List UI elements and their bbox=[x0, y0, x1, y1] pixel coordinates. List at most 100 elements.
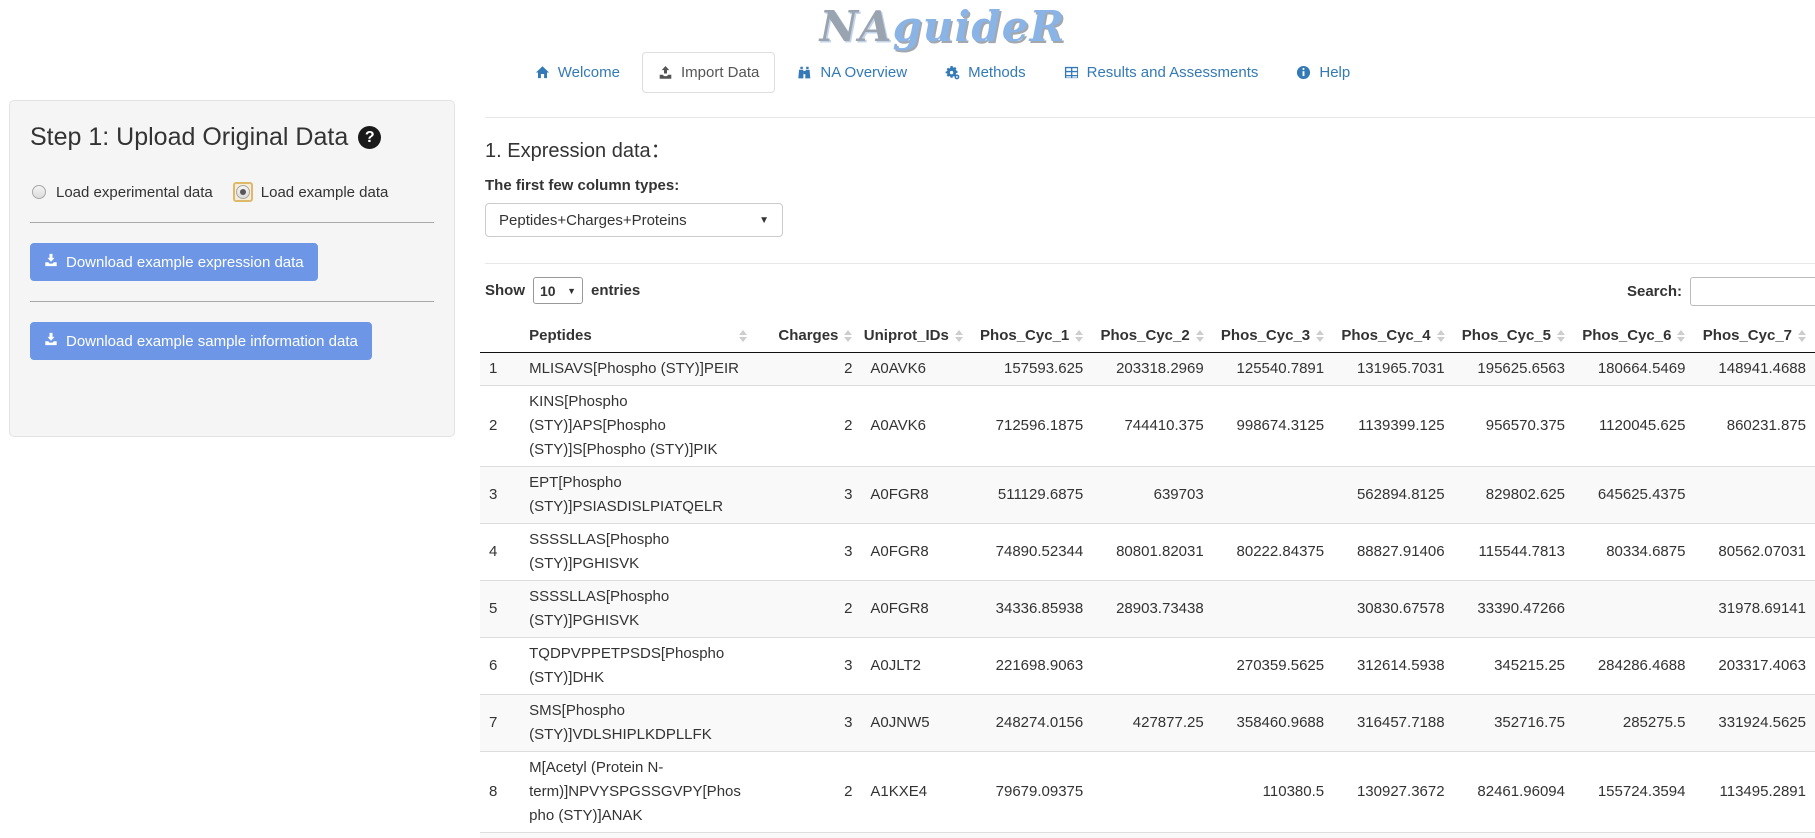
phos-cyc-1-cell: 511129.6875 bbox=[972, 467, 1092, 524]
phos-cyc-3-cell: 998674.3125 bbox=[1213, 386, 1333, 467]
peptide-cell: TQDPVPPETPSDS[Phospho (STY)]DHK bbox=[520, 638, 756, 695]
phos-cyc-4-cell: 30830.67578 bbox=[1333, 581, 1453, 638]
home-icon bbox=[535, 65, 550, 80]
radio-label: Load experimental data bbox=[56, 184, 213, 201]
phos-cyc-1-cell: 712596.1875 bbox=[972, 386, 1092, 467]
download-icon bbox=[44, 332, 58, 350]
peptide-cell: SSSSLLAS[Phospho (STY)]PGHISVK bbox=[520, 581, 756, 638]
column-header-label: Peptides bbox=[529, 327, 592, 344]
search-input[interactable] bbox=[1690, 277, 1815, 306]
column-header-label: Charges bbox=[778, 327, 838, 344]
phos-cyc-1-cell: 157593.625 bbox=[972, 353, 1092, 386]
column-header-phos_cyc_1[interactable]: Phos_Cyc_1 bbox=[972, 319, 1092, 353]
phos-cyc-7-cell bbox=[1694, 467, 1815, 524]
phos-cyc-3-cell bbox=[1213, 467, 1333, 524]
expression-data-table: Peptides Charges Uniprot_IDs Phos_Cyc_1 Phos… bbox=[480, 319, 1815, 838]
column-header-phos_cyc_3[interactable]: Phos_Cyc_3 bbox=[1213, 319, 1333, 353]
column-header-charges[interactable]: Charges bbox=[756, 319, 861, 353]
phos-cyc-5-cell: 33390.47266 bbox=[1454, 581, 1574, 638]
uniprot-cell: A0JLT2 bbox=[861, 638, 971, 695]
row-number-cell: 1 bbox=[480, 353, 520, 386]
app-logo: NAguideR bbox=[0, 4, 1815, 50]
table-row: 4SSSSLLAS[Phospho (STY)]PGHISVK3A0FGR874… bbox=[480, 524, 1815, 581]
charges-cell: 3 bbox=[756, 524, 861, 581]
upload-panel: Step 1: Upload Original Data ? Load expe… bbox=[9, 100, 455, 437]
table-row: 7SMS[Phospho (STY)]VDLSHIPLKDPLLFK3A0JNW… bbox=[480, 695, 1815, 752]
phos-cyc-3-cell: 80222.84375 bbox=[1213, 524, 1333, 581]
logo-suffix: guideR bbox=[893, 2, 1066, 51]
column-header-label: Phos_Cyc_2 bbox=[1100, 327, 1189, 344]
uniprot-cell: A0AVK6 bbox=[861, 353, 971, 386]
phos-cyc-3-cell bbox=[1213, 581, 1333, 638]
column-header-phos_cyc_5[interactable]: Phos_Cyc_5 bbox=[1454, 319, 1574, 353]
phos-cyc-1-cell: 221698.9063 bbox=[972, 638, 1092, 695]
charges-cell: 3 bbox=[756, 695, 861, 752]
phos-cyc-7-cell: 113495.2891 bbox=[1694, 752, 1815, 833]
download-sample-info-label: Download example sample information data bbox=[66, 333, 358, 350]
phos-cyc-6-cell: 284286.4688 bbox=[1574, 638, 1694, 695]
page-length-select[interactable]: 10 ▼ bbox=[533, 277, 583, 304]
tab-import-data[interactable]: Import Data bbox=[642, 52, 775, 93]
tab-help[interactable]: Help bbox=[1280, 52, 1366, 93]
chevron-down-icon: ▼ bbox=[759, 215, 769, 226]
phos-cyc-2-cell: 427877.25 bbox=[1092, 695, 1212, 752]
data-source-radios: Load experimental data Load example data bbox=[30, 182, 434, 202]
table-body: 1MLISAVS[Phospho (STY)]PEIR2A0AVK6157593… bbox=[480, 353, 1815, 838]
tab-welcome[interactable]: Welcome bbox=[519, 52, 636, 93]
peptide-cell: EPT[Phospho (STY)]PSIASDISLPIATQELR bbox=[520, 467, 756, 524]
radio-load-example-data[interactable]: Load example data bbox=[233, 182, 389, 202]
phos-cyc-2-cell: 28903.73438 bbox=[1092, 581, 1212, 638]
tab-label: NA Overview bbox=[820, 64, 907, 81]
phos-cyc-3-cell: 110380.5 bbox=[1213, 752, 1333, 833]
phos-cyc-5-cell: 82461.96094 bbox=[1454, 752, 1574, 833]
radio-button[interactable] bbox=[30, 183, 48, 201]
step1-title: Step 1: Upload Original Data ? bbox=[30, 123, 434, 152]
phos-cyc-1-cell: 74890.52344 bbox=[972, 524, 1092, 581]
column-header-uniprot_ids[interactable]: Uniprot_IDs bbox=[861, 319, 971, 353]
sidebar-divider-2 bbox=[30, 301, 434, 302]
phos-cyc-2-cell: 744410.375 bbox=[1092, 386, 1212, 467]
page-header: NAguideR Welcome Import Data NA Overview Me… bbox=[0, 0, 1815, 93]
chevron-down-icon: ▼ bbox=[567, 286, 576, 296]
charges-cell: 2 bbox=[756, 386, 861, 467]
column-header-phos_cyc_6[interactable]: Phos_Cyc_6 bbox=[1574, 319, 1694, 353]
charges-cell: 3 bbox=[756, 467, 861, 524]
page-length-control: Show 10 ▼ entries bbox=[485, 277, 640, 304]
phos-cyc-1-cell: 79679.09375 bbox=[972, 752, 1092, 833]
table-row: 5SSSSLLAS[Phospho (STY)]PGHISVK2A0FGR834… bbox=[480, 581, 1815, 638]
row-number-cell: 8 bbox=[480, 752, 520, 833]
column-header-phos_cyc_4[interactable]: Phos_Cyc_4 bbox=[1333, 319, 1453, 353]
sort-arrows-icon bbox=[1557, 330, 1565, 342]
search-control: Search: bbox=[1627, 277, 1815, 306]
upload-icon bbox=[658, 65, 673, 80]
column-header-phos_cyc_2[interactable]: Phos_Cyc_2 bbox=[1092, 319, 1212, 353]
column-header-peptides[interactable]: Peptides bbox=[520, 319, 756, 353]
nav-tabs: Welcome Import Data NA Overview Methods Resu… bbox=[0, 52, 1815, 93]
download-sample-info-button[interactable]: Download example sample information data bbox=[30, 322, 372, 360]
info-icon bbox=[1296, 65, 1311, 80]
peptide-cell: SSSSLLAS[Phospho (STY)]PGHISVK bbox=[520, 524, 756, 581]
sort-arrows-icon bbox=[1316, 330, 1324, 342]
row-number-cell: 6 bbox=[480, 638, 520, 695]
column-header-label: Phos_Cyc_5 bbox=[1462, 327, 1551, 344]
phos-cyc-6-cell: 1120045.625 bbox=[1574, 386, 1694, 467]
tab-methods[interactable]: Methods bbox=[929, 52, 1042, 93]
phos-cyc-7-cell: 203317.4063 bbox=[1694, 638, 1815, 695]
sidebar-divider bbox=[30, 222, 434, 223]
column-header-phos_cyc_7[interactable]: Phos_Cyc_7 bbox=[1694, 319, 1815, 353]
download-expression-label: Download example expression data bbox=[66, 254, 304, 271]
column-types-select[interactable]: Peptides+Charges+Proteins ▼ bbox=[485, 203, 783, 237]
column-header-label: Uniprot_IDs bbox=[864, 327, 949, 344]
tab-label: Methods bbox=[968, 64, 1026, 81]
download-expression-button[interactable]: Download example expression data bbox=[30, 243, 318, 281]
tab-label: Import Data bbox=[681, 64, 759, 81]
tab-na-overview[interactable]: NA Overview bbox=[781, 52, 923, 93]
question-circle-icon[interactable]: ? bbox=[358, 126, 381, 149]
radio-load-experimental-data[interactable]: Load experimental data bbox=[30, 183, 213, 201]
tab-results-and-assessments[interactable]: Results and Assessments bbox=[1048, 52, 1275, 93]
radio-button[interactable] bbox=[233, 182, 253, 202]
column-header-rownum[interactable] bbox=[480, 319, 520, 353]
charges-cell: 2 bbox=[756, 581, 861, 638]
column-header-label: Phos_Cyc_4 bbox=[1341, 327, 1430, 344]
phos-cyc-6-cell: 155724.3594 bbox=[1574, 752, 1694, 833]
